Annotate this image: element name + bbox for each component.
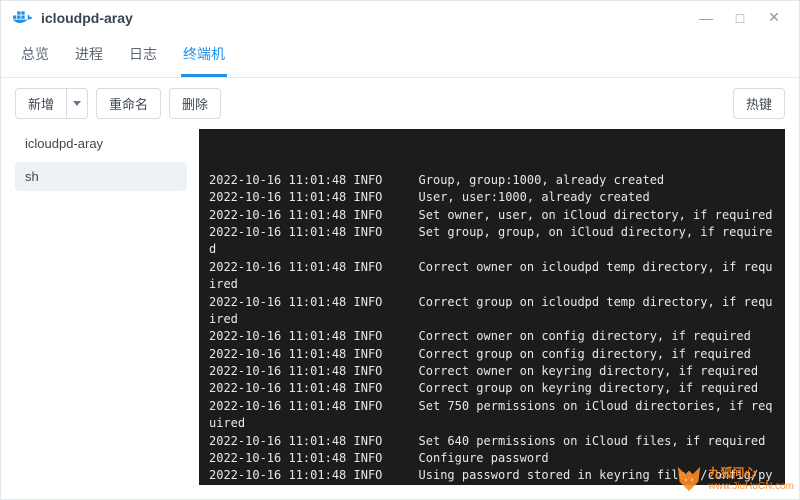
new-button[interactable]: 新增 <box>15 88 67 119</box>
term-line: 2022-10-16 11:01:48 INFO Correct owner o… <box>209 328 775 345</box>
term-line: 2022-10-16 11:01:48 INFO Group, group:10… <box>209 172 775 189</box>
term-line: 2022-10-16 11:01:48 INFO User, user:1000… <box>209 189 775 206</box>
term-line: 2022-10-16 11:01:48 INFO Correct group o… <box>209 294 775 329</box>
rename-button[interactable]: 重命名 <box>96 88 161 119</box>
term-line: 2022-10-16 11:01:48 INFO Set 750 permiss… <box>209 398 775 433</box>
minimize-button[interactable]: — <box>693 10 719 26</box>
app-window: icloudpd-aray — □ ✕ 总览 进程 日志 终端机 新增 重命名 … <box>0 0 800 500</box>
titlebar: icloudpd-aray — □ ✕ <box>1 1 799 34</box>
term-line: 2022-10-16 11:01:48 INFO Set owner, user… <box>209 207 775 224</box>
tab-process[interactable]: 进程 <box>73 34 105 77</box>
window-title: icloudpd-aray <box>41 10 133 26</box>
terminal-sidebar: icloudpd-aray sh <box>15 129 187 485</box>
toolbar: 新增 重命名 删除 热键 <box>1 78 799 129</box>
body: icloudpd-aray sh 2022-10-16 11:01:48 INF… <box>1 129 799 499</box>
delete-button[interactable]: 删除 <box>169 88 221 119</box>
tab-terminal[interactable]: 终端机 <box>181 34 227 77</box>
tab-overview[interactable]: 总览 <box>19 34 51 77</box>
maximize-button[interactable]: □ <box>727 10 753 26</box>
term-line: 2022-10-16 11:01:48 INFO Correct group o… <box>209 380 775 397</box>
close-button[interactable]: ✕ <box>761 9 787 26</box>
term-line: 2022-10-16 11:01:48 INFO Correct group o… <box>209 346 775 363</box>
hotkey-button[interactable]: 热键 <box>733 88 785 119</box>
term-line: 2022-10-16 11:01:48 INFO Set 640 permiss… <box>209 433 775 450</box>
tab-log[interactable]: 日志 <box>127 34 159 77</box>
sidebar-item-sh[interactable]: sh <box>15 162 187 191</box>
term-line: 2022-10-16 11:01:48 INFO Correct owner o… <box>209 363 775 380</box>
terminal-output[interactable]: 2022-10-16 11:01:48 INFO Group, group:10… <box>199 129 785 485</box>
term-line: 2022-10-16 11:01:48 INFO Configure passw… <box>209 450 775 467</box>
docker-icon <box>13 10 33 26</box>
term-line: 2022-10-16 11:01:48 INFO Set group, grou… <box>209 224 775 259</box>
new-button-group: 新增 <box>15 88 88 119</box>
new-dropdown-button[interactable] <box>67 88 88 119</box>
sidebar-item-icloudpd[interactable]: icloudpd-aray <box>15 129 187 158</box>
term-line: 2022-10-16 11:01:48 INFO Correct owner o… <box>209 259 775 294</box>
term-line: 2022-10-16 11:01:48 INFO Using password … <box>209 467 775 485</box>
chevron-down-icon <box>73 101 81 106</box>
tab-bar: 总览 进程 日志 终端机 <box>1 34 799 78</box>
